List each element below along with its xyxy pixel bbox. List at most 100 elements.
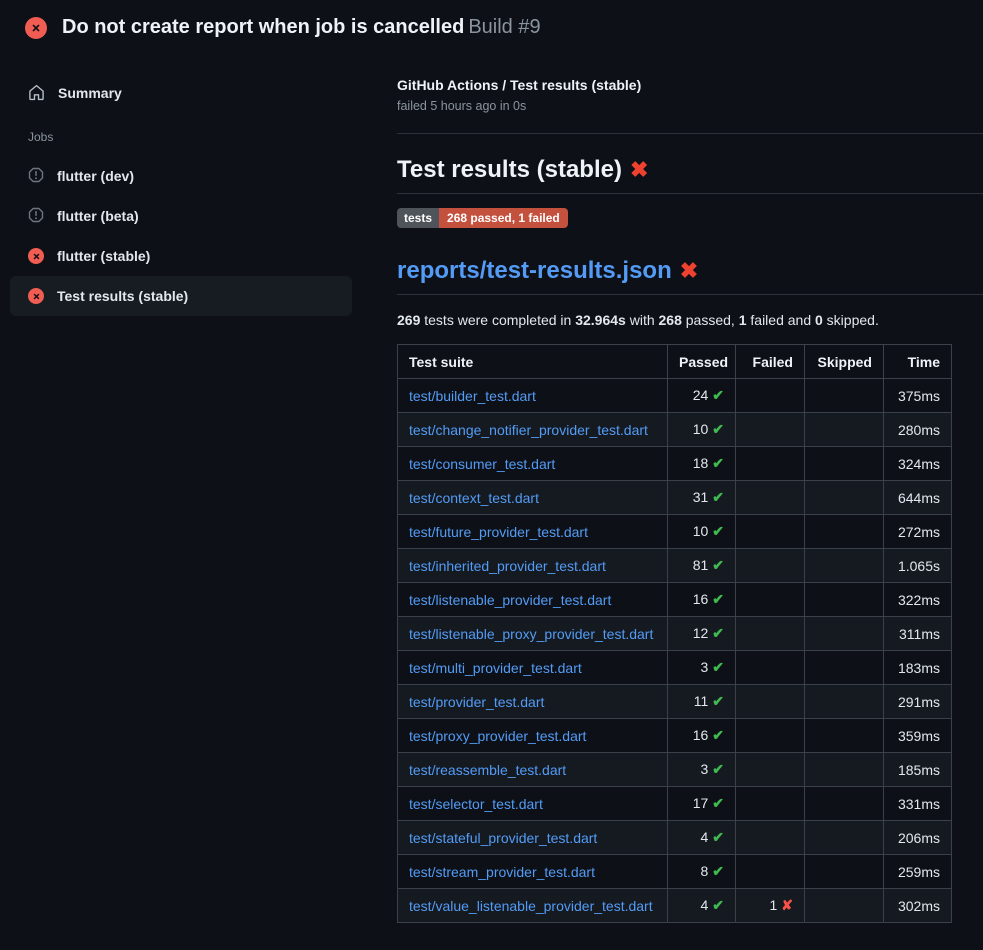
time-cell: 644ms	[884, 481, 952, 515]
passed-cell: 3✔	[668, 753, 736, 787]
passed-cell: 18✔	[668, 447, 736, 481]
table-row: test/change_notifier_provider_test.dart 1…	[398, 413, 952, 447]
passed-count: 3	[700, 659, 708, 675]
column-header-passed: Passed	[668, 345, 736, 379]
failed-cell	[736, 379, 805, 413]
sidebar-item-label: flutter (beta)	[57, 208, 139, 224]
table-row: test/inherited_provider_test.dart81✔1.06…	[398, 549, 952, 583]
check-icon: ✔	[712, 897, 724, 913]
check-icon: ✔	[712, 829, 724, 845]
test-suite-cell: test/multi_provider_test.dart	[398, 651, 668, 685]
sidebar-item-flutter-stable[interactable]: flutter (stable)	[10, 236, 352, 276]
check-icon: ✔	[712, 421, 724, 437]
passed-count: 4	[700, 897, 708, 913]
column-header-failed: Failed	[736, 345, 805, 379]
failed-cell	[736, 583, 805, 617]
test-suite-link[interactable]: test/context_test.dart	[409, 490, 539, 506]
check-icon: ✔	[712, 693, 724, 709]
passed-cell: 16✔	[668, 719, 736, 753]
time-cell: 331ms	[884, 787, 952, 821]
job-summary-main: GitHub Actions / Test results (stable) f…	[381, 53, 983, 923]
passed-cell: 4✔	[668, 821, 736, 855]
passed-cell: 10✔	[668, 413, 736, 447]
skipped-cell	[805, 413, 884, 447]
test-suite-link[interactable]: test/builder_test.dart	[409, 388, 536, 404]
passed-count: 31	[693, 489, 709, 505]
test-suite-cell: test/reassemble_test.dart	[398, 753, 668, 787]
test-suite-link[interactable]: test/selector_test.dart	[409, 796, 543, 812]
report-title: reports/test-results.json✖	[397, 257, 983, 295]
check-icon: ✔	[712, 727, 724, 743]
failed-cell	[736, 481, 805, 515]
skipped-cell	[805, 481, 884, 515]
passed-cell: 17✔	[668, 787, 736, 821]
test-suite-link[interactable]: test/stream_provider_test.dart	[409, 864, 595, 880]
table-row: test/reassemble_test.dart3✔185ms	[398, 753, 952, 787]
passed-cell: 3✔	[668, 651, 736, 685]
failed-x-icon: ✖	[630, 157, 648, 182]
time-cell: 272ms	[884, 515, 952, 549]
skipped-cell	[805, 447, 884, 481]
test-suite-cell: test/inherited_provider_test.dart	[398, 549, 668, 583]
time-cell: 311ms	[884, 617, 952, 651]
skipped-cell	[805, 583, 884, 617]
test-suite-link[interactable]: test/proxy_provider_test.dart	[409, 728, 586, 744]
failed-cell: 1✘	[736, 889, 805, 923]
failed-cell	[736, 447, 805, 481]
run-build-number: Build #9	[468, 16, 540, 38]
sidebar-item-flutter-beta[interactable]: flutter (beta)	[10, 196, 352, 236]
workflow-run-page: Do not create report when job is cancell…	[0, 0, 983, 923]
summary-text: tests were completed in	[420, 312, 575, 328]
passed-count: 10	[693, 421, 709, 437]
jobs-list: flutter (dev) flutter (beta) flutter (stab…	[10, 156, 381, 316]
table-row: test/builder_test.dart24✔375ms	[398, 379, 952, 413]
table-row: test/future_provider_test.dart10✔272ms	[398, 515, 952, 549]
skipped-cell	[805, 515, 884, 549]
results-table: Test suite Passed Failed Skipped Time te…	[397, 344, 952, 923]
run-meta: failed 5 hours ago in 0s	[397, 99, 983, 113]
skipped-cell	[805, 549, 884, 583]
run-header: Do not create report when job is cancell…	[0, 0, 983, 53]
table-row: test/listenable_provider_test.dart16✔322…	[398, 583, 952, 617]
check-icon: ✔	[712, 523, 724, 539]
test-suite-cell: test/provider_test.dart	[398, 685, 668, 719]
report-file-link[interactable]: reports/test-results.json	[397, 257, 672, 284]
test-suite-cell: test/builder_test.dart	[398, 379, 668, 413]
header-divider	[397, 133, 983, 134]
test-suite-link[interactable]: test/consumer_test.dart	[409, 456, 555, 472]
test-suite-link[interactable]: test/listenable_provider_test.dart	[409, 592, 611, 608]
table-row: test/selector_test.dart 17✔ 331ms	[398, 787, 952, 821]
skipped-cell	[805, 719, 884, 753]
sidebar-item-flutter-dev[interactable]: flutter (dev)	[10, 156, 352, 196]
x-circle-icon	[28, 248, 44, 264]
test-suite-cell: test/stream_provider_test.dart	[398, 855, 668, 889]
table-row: test/listenable_proxy_provider_test.dart…	[398, 617, 952, 651]
test-suite-cell: test/listenable_provider_test.dart	[398, 583, 668, 617]
test-suite-cell: test/listenable_proxy_provider_test.dart	[398, 617, 668, 651]
failed-cell	[736, 753, 805, 787]
skipped-cell	[805, 821, 884, 855]
passed-count: 4	[700, 829, 708, 845]
passed-count: 18	[693, 455, 709, 471]
summary-number: 1	[739, 312, 747, 328]
test-suite-cell: test/selector_test.dart	[398, 787, 668, 821]
test-suite-link[interactable]: test/value_listenable_provider_test.dart	[409, 898, 653, 914]
test-suite-link[interactable]: test/provider_test.dart	[409, 694, 544, 710]
test-suite-link[interactable]: test/reassemble_test.dart	[409, 762, 566, 778]
test-suite-link[interactable]: test/change_notifier_provider_test.dart	[409, 422, 648, 438]
table-row: test/consumer_test.dart18✔324ms	[398, 447, 952, 481]
test-suite-link[interactable]: test/multi_provider_test.dart	[409, 660, 582, 676]
time-cell: 259ms	[884, 855, 952, 889]
test-suite-link[interactable]: test/listenable_proxy_provider_test.dart	[409, 626, 653, 642]
test-suite-link[interactable]: test/stateful_provider_test.dart	[409, 830, 597, 846]
test-suite-link[interactable]: test/inherited_provider_test.dart	[409, 558, 606, 574]
sidebar-item-test-results-stable[interactable]: Test results (stable)	[10, 276, 352, 316]
sidebar-item-summary[interactable]: Summary	[10, 75, 352, 110]
summary-number: 0	[815, 312, 823, 328]
failed-cell	[736, 855, 805, 889]
check-icon: ✔	[712, 387, 724, 403]
test-suite-link[interactable]: test/future_provider_test.dart	[409, 524, 588, 540]
table-row: test/value_listenable_provider_test.dart…	[398, 889, 952, 923]
check-icon: ✔	[712, 625, 724, 641]
skipped-cell	[805, 787, 884, 821]
